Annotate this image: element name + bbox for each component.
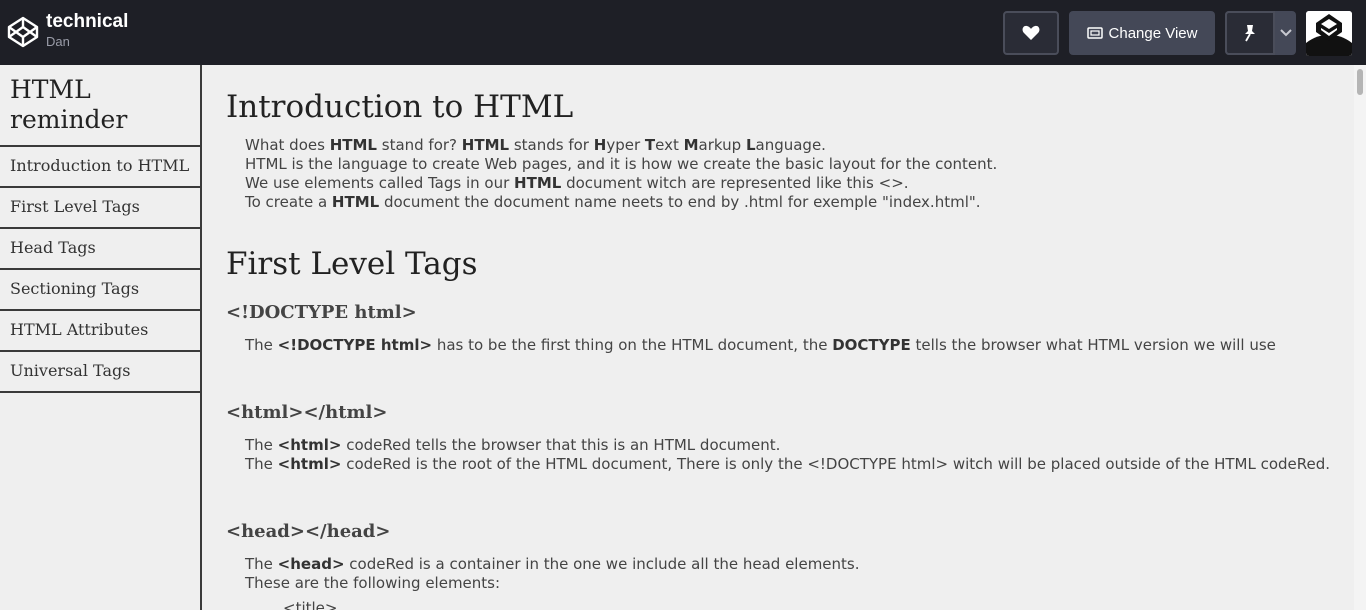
nav-link-introduction[interactable]: Introduction to HTML xyxy=(0,147,200,188)
pin-button-group xyxy=(1225,11,1296,55)
head-tag-line-1: The <head> codeRed is a container in the… xyxy=(245,555,860,573)
pen-author[interactable]: Dan xyxy=(46,33,128,51)
nav-link-sectioning-tags[interactable]: Sectioning Tags xyxy=(0,270,200,311)
love-button[interactable] xyxy=(1003,11,1059,55)
scrollbar-thumb[interactable] xyxy=(1357,69,1363,95)
doctype-paragraph: The <!DOCTYPE html> has to be the first … xyxy=(245,336,1276,354)
chevron-down-icon xyxy=(1279,29,1292,37)
vertical-scrollbar[interactable] xyxy=(1354,65,1366,610)
html-tag-line-1: The <html> codeRed tells the browser tha… xyxy=(245,436,781,454)
html-tag-line-2: The <html> codeRed is the root of the HT… xyxy=(245,455,1331,473)
pin-button[interactable] xyxy=(1225,11,1275,55)
nav-link-first-level-tags[interactable]: First Level Tags xyxy=(0,188,200,229)
section-title-introduction: Introduction to HTML xyxy=(226,89,574,125)
pin-icon xyxy=(1245,25,1255,42)
pen-title[interactable]: technical xyxy=(46,11,128,33)
head-tag-line-2: These are the following elements: xyxy=(245,574,501,592)
main-document: Introduction to HTML What does HTML stan… xyxy=(202,65,1354,610)
pen-title-block: technical Dan xyxy=(46,11,128,51)
head-tag-list-item: <title> xyxy=(283,599,338,610)
sidebar-title: HTML reminder xyxy=(0,65,200,147)
nav-link-universal-tags[interactable]: Universal Tags xyxy=(0,352,200,393)
intro-line-4: To create a HTML document the document n… xyxy=(245,193,981,211)
user-avatar[interactable] xyxy=(1306,11,1352,56)
head-tag-paragraph: The <head> codeRed is a container in the… xyxy=(245,555,1335,610)
top-bar: technical Dan Change View xyxy=(0,0,1366,65)
html-tag-heading: <html></html> xyxy=(226,402,388,423)
heart-icon xyxy=(1022,25,1040,40)
change-view-button[interactable]: Change View xyxy=(1069,11,1215,55)
nav-link-head-tags[interactable]: Head Tags xyxy=(0,229,200,270)
intro-line-1: What does HTML stand for? HTML stands fo… xyxy=(245,136,826,154)
doctype-heading: <!DOCTYPE html> xyxy=(226,302,417,323)
section-title-first-level-tags: First Level Tags xyxy=(226,246,478,282)
intro-line-3: We use elements called Tags in our HTML … xyxy=(245,174,909,192)
html-tag-paragraph: The <html> codeRed tells the browser tha… xyxy=(245,436,1335,474)
intro-line-2: HTML is the language to create Web pages… xyxy=(245,155,998,173)
head-tag-heading: <head></head> xyxy=(226,521,391,542)
avatar-image xyxy=(1306,11,1352,56)
codepen-logo-icon[interactable] xyxy=(7,16,39,48)
nav-link-html-attributes[interactable]: HTML Attributes xyxy=(0,311,200,352)
change-view-label: Change View xyxy=(1108,24,1198,42)
pin-dropdown-button[interactable] xyxy=(1275,11,1296,55)
intro-paragraph: What does HTML stand for? HTML stands fo… xyxy=(245,136,1335,212)
change-view-icon xyxy=(1086,27,1103,39)
sidebar-nav: HTML reminder Introduction to HTML First… xyxy=(0,65,202,610)
